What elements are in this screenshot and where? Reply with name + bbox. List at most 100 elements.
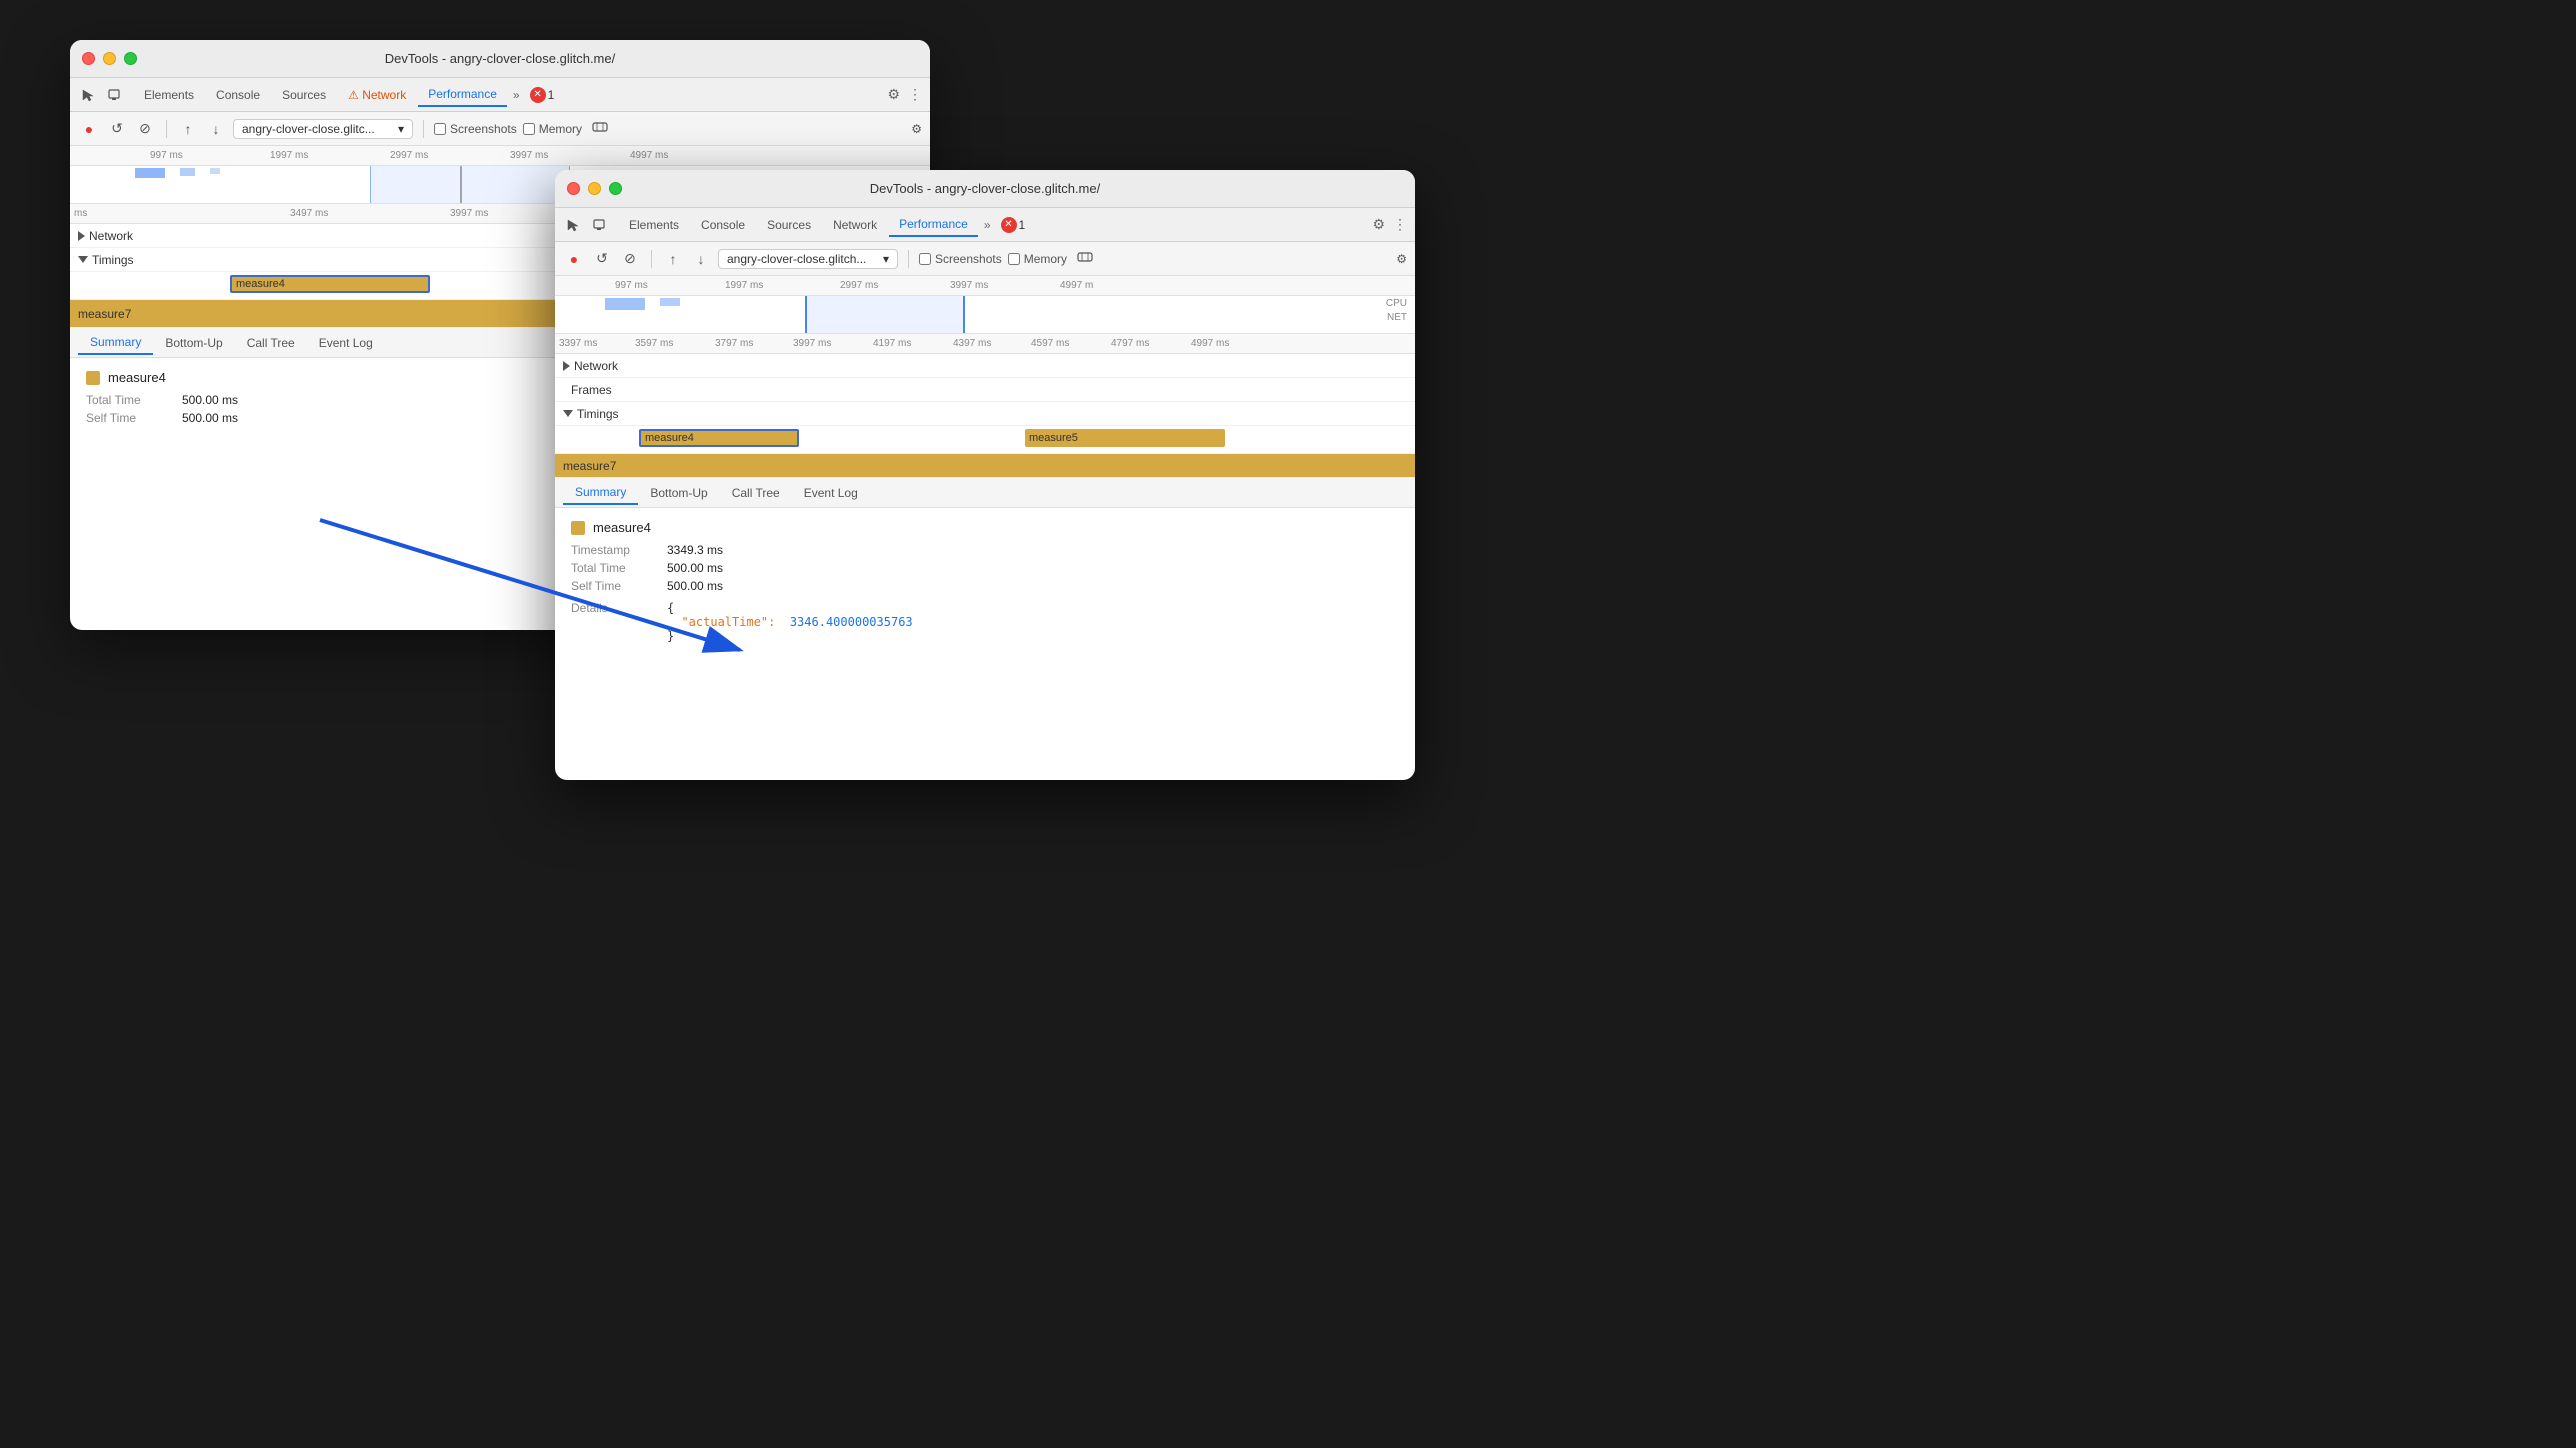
upload-button[interactable]: ↑ bbox=[177, 118, 199, 140]
tick-4997: 4997 ms bbox=[630, 150, 668, 161]
close-button-2[interactable] bbox=[567, 182, 580, 195]
more-icon[interactable]: ⋮ bbox=[908, 86, 922, 103]
memory-toggle-2[interactable]: Memory bbox=[1008, 252, 1067, 266]
url-text-2: angry-clover-close.glitch... bbox=[727, 252, 866, 266]
dropdown-icon[interactable]: ▾ bbox=[398, 122, 404, 136]
track2-content-m45: measure4 measure5 bbox=[635, 426, 1415, 453]
upload-button-2[interactable]: ↑ bbox=[662, 248, 684, 270]
collapse2-network[interactable] bbox=[563, 361, 570, 371]
tab-calltree-1[interactable]: Call Tree bbox=[235, 332, 307, 354]
cpu-bar-2b bbox=[660, 298, 680, 306]
tick2-2997: 2997 ms bbox=[840, 280, 878, 291]
track-label-timings: Timings bbox=[70, 253, 190, 267]
tick-997: 997 ms bbox=[150, 150, 183, 161]
more-tabs[interactable]: » bbox=[513, 88, 520, 102]
download-button-2[interactable]: ↓ bbox=[690, 248, 712, 270]
tab2-calltree[interactable]: Call Tree bbox=[720, 482, 792, 504]
traffic-lights-1 bbox=[82, 52, 137, 65]
details-key: Details bbox=[571, 601, 651, 643]
download-button[interactable]: ↓ bbox=[205, 118, 227, 140]
memory-toggle[interactable]: Memory bbox=[523, 122, 582, 136]
tab-summary-1[interactable]: Summary bbox=[78, 331, 153, 355]
details-row: Details { "actualTime": 3346.40000003576… bbox=[571, 601, 1399, 643]
window-title-1: DevTools - angry-clover-close.glitch.me/ bbox=[385, 51, 615, 66]
tab2-eventlog[interactable]: Event Log bbox=[792, 482, 870, 504]
screenshots-toggle-2[interactable]: Screenshots bbox=[919, 252, 1002, 266]
tab-performance[interactable]: Performance bbox=[418, 83, 507, 107]
track2-measure7: measure7 bbox=[555, 454, 1415, 478]
settings-btn-2b[interactable]: ⚙ bbox=[1396, 252, 1407, 266]
clear-button-2[interactable]: ⊘ bbox=[619, 248, 641, 270]
expand-icon-timings[interactable] bbox=[78, 256, 88, 263]
cpu-bars-2 bbox=[585, 298, 1415, 312]
collapse-icon-network[interactable] bbox=[78, 231, 85, 241]
bottom-content-2: measure4 Timestamp 3349.3 ms Total Time … bbox=[555, 508, 1415, 655]
close-button-1[interactable] bbox=[82, 52, 95, 65]
network-throttle-icon[interactable] bbox=[592, 119, 608, 138]
record-button[interactable]: ● bbox=[78, 118, 100, 140]
settings-icon-2[interactable]: ⚙ bbox=[1372, 216, 1385, 233]
expand2-timings[interactable] bbox=[563, 410, 573, 417]
self-time-row-2: Self Time 500.00 ms bbox=[571, 579, 1399, 593]
settings-btn-2[interactable]: ⚙ bbox=[911, 122, 922, 136]
minimize-button-1[interactable] bbox=[103, 52, 116, 65]
screenshots-checkbox[interactable] bbox=[434, 123, 446, 135]
tab2-console[interactable]: Console bbox=[691, 214, 755, 236]
measure5-timing-bar[interactable]: measure5 bbox=[1025, 429, 1225, 447]
tab-sources[interactable]: Sources bbox=[272, 84, 336, 106]
bottom-tabs-2: Summary Bottom-Up Call Tree Event Log bbox=[555, 478, 1415, 508]
timestamp-row: Timestamp 3349.3 ms bbox=[571, 543, 1399, 557]
memory-checkbox[interactable] bbox=[523, 123, 535, 135]
divider2 bbox=[423, 120, 424, 138]
tick2-3397: 3397 ms bbox=[559, 338, 597, 349]
track2-label-timings: Timings bbox=[555, 407, 635, 421]
screenshots-toggle[interactable]: Screenshots bbox=[434, 122, 517, 136]
measure7-bar-2[interactable]: measure7 bbox=[555, 454, 1415, 477]
reload-button[interactable]: ↺ bbox=[106, 118, 128, 140]
minimize-button-2[interactable] bbox=[588, 182, 601, 195]
reload-button-2[interactable]: ↺ bbox=[591, 248, 613, 270]
perf-toolbar-2: ● ↺ ⊘ ↑ ↓ angry-clover-close.glitch... ▾… bbox=[555, 242, 1415, 276]
tick2-3797: 3797 ms bbox=[715, 338, 753, 349]
more-icon-2[interactable]: ⋮ bbox=[1393, 216, 1407, 233]
dropdown-icon-2[interactable]: ▾ bbox=[883, 252, 889, 266]
tab-network[interactable]: ⚠ Network bbox=[338, 84, 416, 106]
memory-checkbox-2[interactable] bbox=[1008, 253, 1020, 265]
tick-1997: 1997 ms bbox=[270, 150, 308, 161]
tab-console[interactable]: Console bbox=[206, 84, 270, 106]
screenshots-checkbox-2[interactable] bbox=[919, 253, 931, 265]
tick2-3997: 3997 ms bbox=[793, 338, 831, 349]
tab2-bottomup[interactable]: Bottom-Up bbox=[638, 482, 719, 504]
close-btn[interactable]: ✕ 1 bbox=[530, 87, 555, 103]
cpu-bar-1 bbox=[135, 168, 165, 178]
total-time-row-2: Total Time 500.00 ms bbox=[571, 561, 1399, 575]
overview-area-2: CPU NET bbox=[555, 296, 1415, 334]
close-badge-2[interactable]: ✕ 1 bbox=[1001, 217, 1026, 233]
cursor-line bbox=[460, 166, 462, 203]
tab2-sources[interactable]: Sources bbox=[757, 214, 821, 236]
maximize-button-2[interactable] bbox=[609, 182, 622, 195]
timings2-label: Timings bbox=[577, 407, 619, 421]
device-icon bbox=[104, 85, 124, 105]
settings-icon[interactable]: ⚙ bbox=[887, 86, 900, 103]
measure4-timing-bar-2[interactable]: measure4 bbox=[639, 429, 799, 447]
tab-elements[interactable]: Elements bbox=[134, 84, 204, 106]
measure4-timing-bar[interactable]: measure4 bbox=[230, 275, 430, 293]
tick2-4197: 4197 ms bbox=[873, 338, 911, 349]
tick-3497: 3497 ms bbox=[290, 208, 328, 219]
more-tabs-2[interactable]: » bbox=[984, 218, 991, 232]
tab2-summary[interactable]: Summary bbox=[563, 481, 638, 505]
tab2-network[interactable]: Network bbox=[823, 214, 887, 236]
cpu-bar-3 bbox=[210, 168, 220, 174]
tick-3997: 3997 ms bbox=[510, 150, 548, 161]
track2-measure4-5: measure4 measure5 bbox=[555, 426, 1415, 454]
tab-bottomup-1[interactable]: Bottom-Up bbox=[153, 332, 234, 354]
tab2-performance[interactable]: Performance bbox=[889, 213, 978, 237]
tab-eventlog-1[interactable]: Event Log bbox=[307, 332, 385, 354]
clear-button[interactable]: ⊘ bbox=[134, 118, 156, 140]
track-label-network: Network bbox=[70, 229, 190, 243]
network-throttle-icon-2[interactable] bbox=[1077, 249, 1093, 268]
record-button-2[interactable]: ● bbox=[563, 248, 585, 270]
tab2-elements[interactable]: Elements bbox=[619, 214, 689, 236]
maximize-button-1[interactable] bbox=[124, 52, 137, 65]
